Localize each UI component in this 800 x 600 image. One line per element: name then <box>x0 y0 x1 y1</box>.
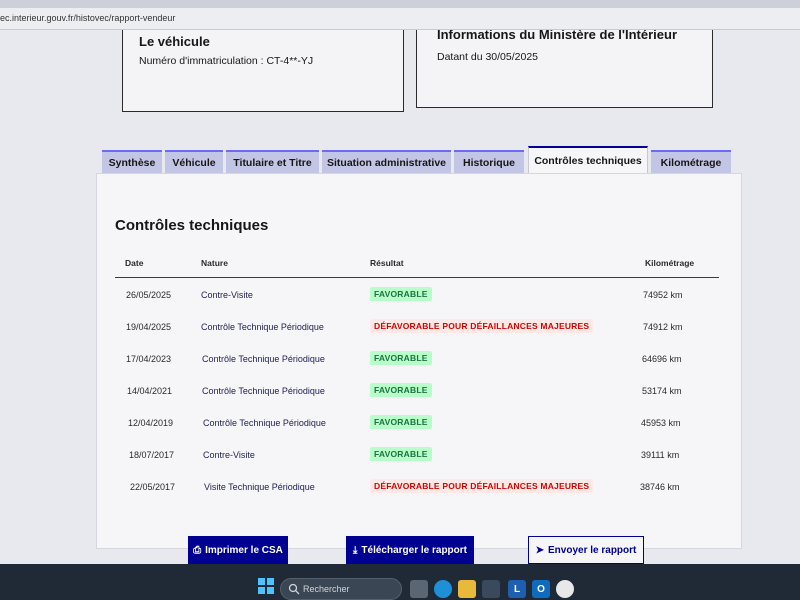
row-mileage: 74952 km <box>643 290 683 300</box>
row-date: 22/05/2017 <box>130 482 176 492</box>
tab-kilometrage[interactable]: Kilométrage <box>651 150 731 174</box>
tab-label: Historique <box>463 157 515 169</box>
table-row: 12/04/2019 Contrôle Technique Périodique… <box>115 414 719 434</box>
browser-address-bar[interactable]: ec.interieur.gouv.fr/histovec/rapport-ve… <box>0 8 800 30</box>
row-mileage: 53174 km <box>642 386 682 396</box>
store-icon[interactable] <box>482 580 500 598</box>
tab-label: Véhicule <box>172 157 216 169</box>
taskbar-search[interactable]: Rechercher <box>280 578 402 600</box>
tab-vehicule[interactable]: Véhicule <box>165 150 223 174</box>
row-nature: Contre-Visite <box>203 450 255 460</box>
windows-start-icon[interactable] <box>258 578 274 594</box>
tab-label: Kilométrage <box>660 157 722 169</box>
row-date: 19/04/2025 <box>126 322 172 332</box>
result-badge-favorable: FAVORABLE <box>370 447 432 461</box>
table-row: 26/05/2025 Contre-Visite FAVORABLE 74952… <box>115 286 719 306</box>
search-icon <box>288 583 300 595</box>
taskbar-search-placeholder: Rechercher <box>303 584 350 594</box>
download-icon: ⤓ <box>352 544 358 556</box>
result-badge-defavorable: DÉFAVORABLE POUR DÉFAILLANCES MAJEURES <box>370 319 594 333</box>
column-header-date: Date <box>125 258 144 268</box>
result-badge-favorable: FAVORABLE <box>370 351 432 365</box>
tab-situation-administrative[interactable]: Situation administrative <box>322 150 451 174</box>
row-nature: Contrôle Technique Périodique <box>201 322 324 332</box>
tab-label: Synthèse <box>108 157 156 169</box>
table-row: 17/04/2023 Contrôle Technique Périodique… <box>115 350 719 370</box>
outlook-icon[interactable]: O <box>532 580 550 598</box>
table-header: Date Nature Résultat Kilométrage <box>115 252 719 278</box>
print-icon: ⎙ <box>193 544 202 556</box>
row-nature: Contre-Visite <box>201 290 253 300</box>
column-header-result: Résultat <box>370 258 404 268</box>
page-content: Le véhicule Numéro d'immatriculation : C… <box>0 30 800 564</box>
plate-number: Numéro d'immatriculation : CT-4**-YJ <box>139 55 314 67</box>
section-title: Contrôles techniques <box>115 217 269 234</box>
ministry-card: Informations du Ministère de l'Intérieur… <box>416 30 713 108</box>
row-date: 12/04/2019 <box>128 418 174 428</box>
os-taskbar: Rechercher L O <box>0 564 800 600</box>
row-mileage: 74912 km <box>643 322 683 332</box>
row-mileage: 39111 km <box>641 450 680 460</box>
vehicle-card: Le véhicule Numéro d'immatriculation : C… <box>122 30 404 112</box>
result-badge-favorable: FAVORABLE <box>370 415 432 429</box>
result-badge-favorable: FAVORABLE <box>370 383 432 397</box>
tab-titulaire[interactable]: Titulaire et Titre <box>226 150 319 174</box>
row-nature: Contrôle Technique Périodique <box>203 418 326 428</box>
download-report-button[interactable]: ⤓ Télécharger le rapport <box>346 536 474 564</box>
row-date: 17/04/2023 <box>126 354 172 364</box>
edge-icon[interactable] <box>434 580 452 598</box>
tab-label: Contrôles techniques <box>534 155 642 167</box>
column-header-mileage: Kilométrage <box>645 258 695 268</box>
report-date: Datant du 30/05/2025 <box>437 51 539 63</box>
download-report-label: Télécharger le rapport <box>361 544 467 556</box>
row-date: 14/04/2021 <box>127 386 173 396</box>
tab-controles-techniques[interactable]: Contrôles techniques <box>528 146 648 174</box>
url-text: ec.interieur.gouv.fr/histovec/rapport-ve… <box>0 13 176 23</box>
report-tabs: Synthèse Véhicule Titulaire et Titre Sit… <box>102 146 742 174</box>
tab-synthese[interactable]: Synthèse <box>102 150 162 174</box>
table-row: 19/04/2025 Contrôle Technique Périodique… <box>115 318 719 338</box>
row-nature: Contrôle Technique Périodique <box>202 354 325 364</box>
column-header-nature: Nature <box>201 258 228 268</box>
print-csa-button[interactable]: ⎙ Imprimer le CSA <box>188 536 288 564</box>
result-badge-defavorable: DÉFAVORABLE POUR DÉFAILLANCES MAJEURES <box>370 479 594 493</box>
row-date: 26/05/2025 <box>126 290 172 300</box>
vehicle-card-title: Le véhicule <box>139 34 210 49</box>
task-view-icon[interactable] <box>410 580 428 598</box>
print-csa-label: Imprimer le CSA <box>205 544 283 556</box>
table-row: 18/07/2017 Contre-Visite FAVORABLE 39111… <box>115 446 719 466</box>
row-mileage: 64696 km <box>642 354 682 364</box>
row-mileage: 45953 km <box>641 418 681 428</box>
ministry-card-title: Informations du Ministère de l'Intérieur <box>437 30 678 42</box>
send-report-button[interactable]: ➤ Envoyer le rapport <box>528 536 644 564</box>
controles-panel: Contrôles techniques Date Nature Résulta… <box>96 173 742 549</box>
result-badge-favorable: FAVORABLE <box>370 287 432 301</box>
chrome-icon[interactable] <box>556 580 574 598</box>
row-mileage: 38746 km <box>640 482 680 492</box>
table-row: 22/05/2017 Visite Technique Périodique D… <box>115 478 719 498</box>
row-date: 18/07/2017 <box>129 450 175 460</box>
file-explorer-icon[interactable] <box>458 580 476 598</box>
row-nature: Visite Technique Périodique <box>204 482 315 492</box>
app-l-icon[interactable]: L <box>508 580 526 598</box>
send-report-label: Envoyer le rapport <box>548 544 637 556</box>
tab-historique[interactable]: Historique <box>454 150 524 174</box>
table-row: 14/04/2021 Contrôle Technique Périodique… <box>115 382 719 402</box>
tab-label: Titulaire et Titre <box>233 157 312 169</box>
tab-label: Situation administrative <box>326 157 447 169</box>
row-nature: Contrôle Technique Périodique <box>202 386 325 396</box>
send-icon: ➤ <box>535 544 545 556</box>
